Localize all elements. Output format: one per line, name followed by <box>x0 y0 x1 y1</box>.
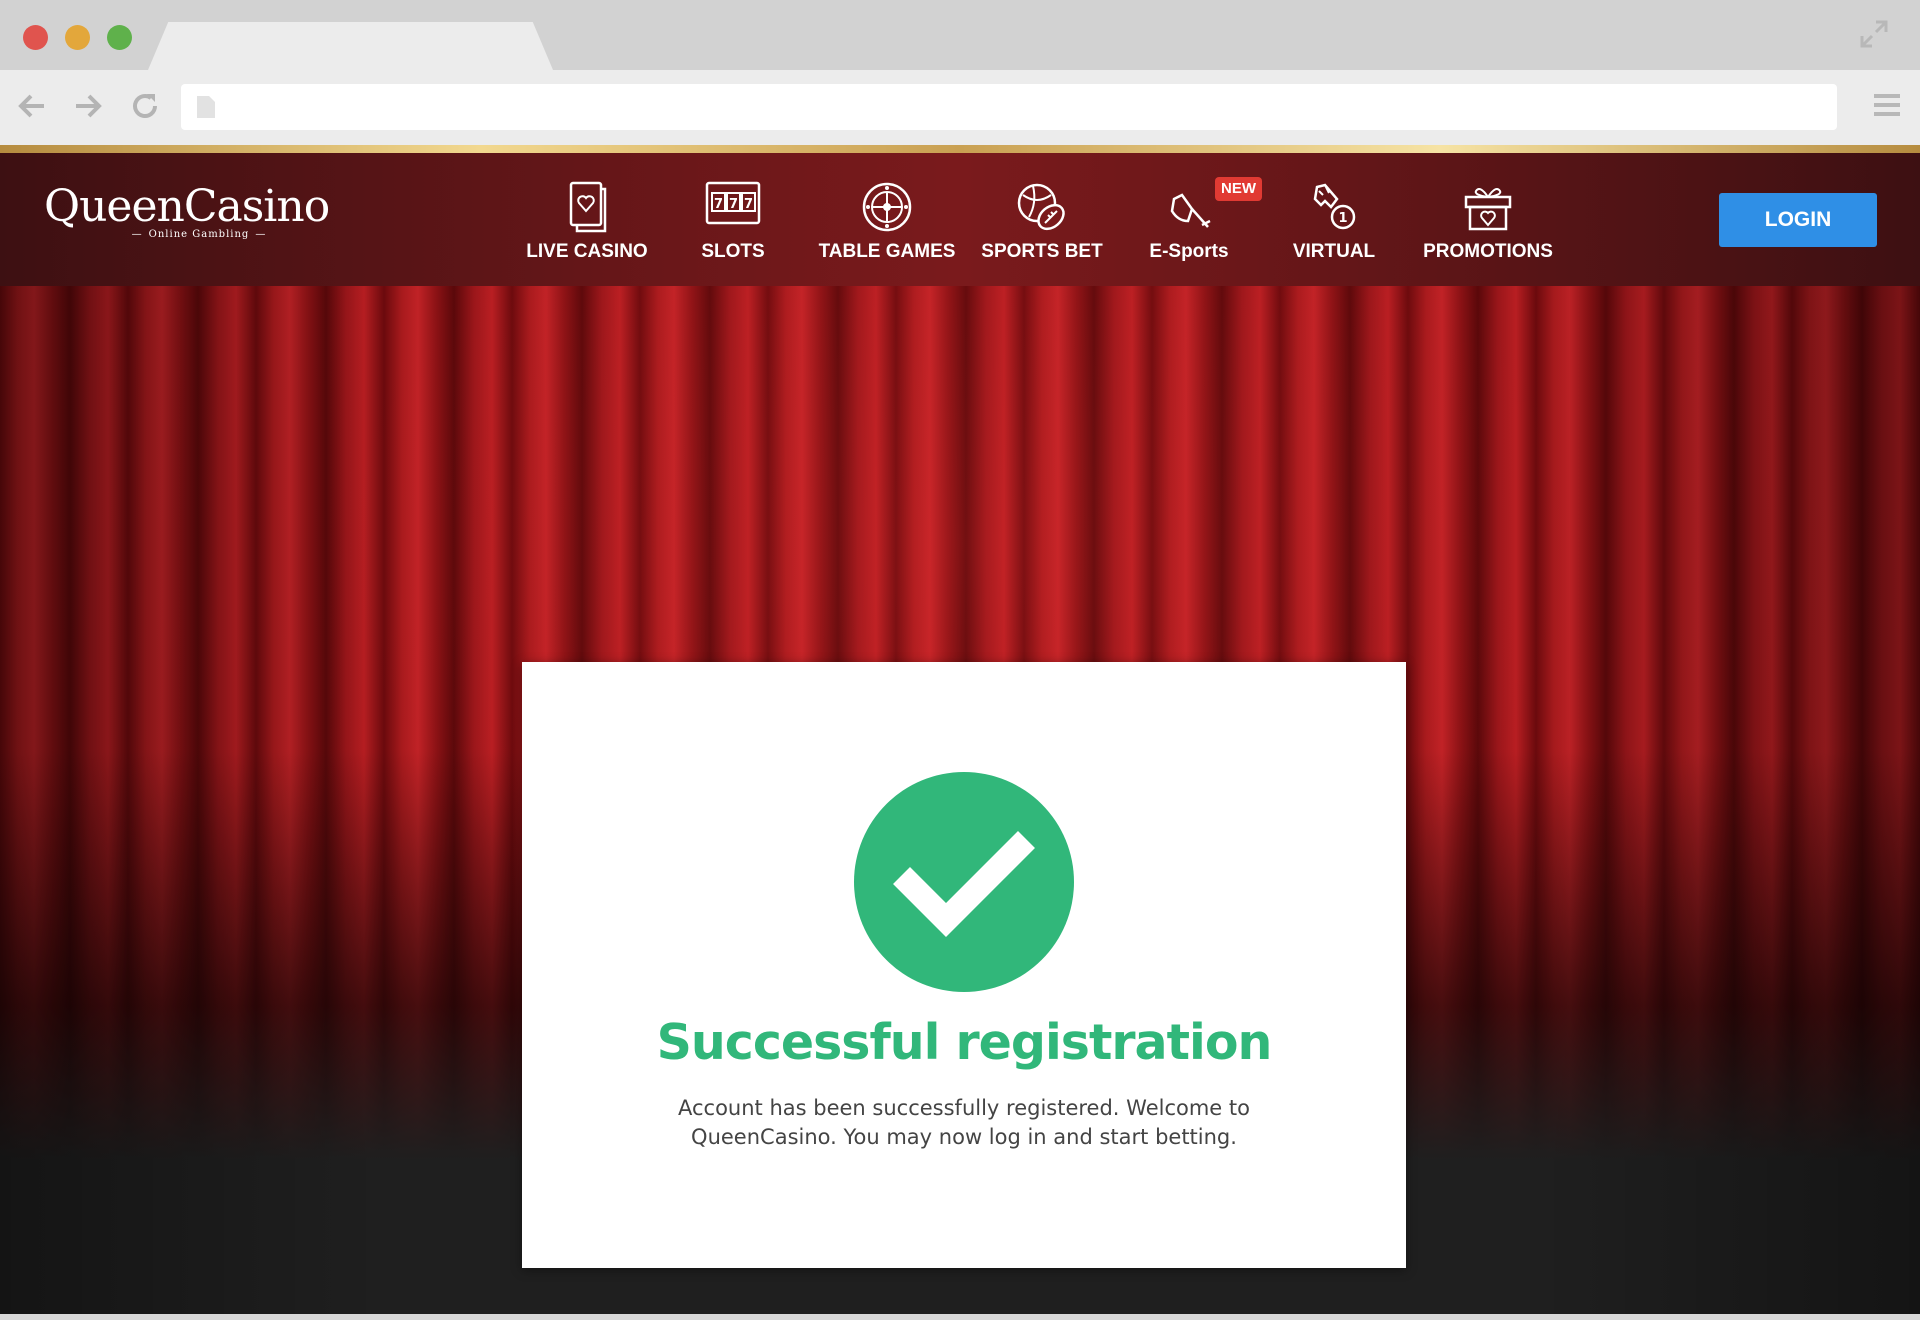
gold-border <box>0 145 1920 153</box>
gift-icon <box>1464 188 1512 231</box>
svg-text:7: 7 <box>714 197 723 212</box>
nav-slots[interactable]: 7 7 7 SLOTS <box>682 153 784 286</box>
esports-icon <box>1170 193 1211 228</box>
nav-live-casino[interactable]: LIVE CASINO <box>520 153 654 286</box>
window-bottom-edge <box>0 1314 1920 1320</box>
nav-table-games[interactable]: TABLE GAMES <box>813 153 961 286</box>
nav-label: SLOTS <box>701 241 765 262</box>
back-arrow-icon[interactable] <box>14 88 50 124</box>
svg-text:1: 1 <box>1338 211 1347 226</box>
nav-label: SPORTS BET <box>981 241 1103 262</box>
modal-message: Account has been successfully registered… <box>678 1096 1250 1149</box>
cards-icon <box>569 181 607 233</box>
roulette-icon <box>862 182 912 232</box>
close-window-button[interactable] <box>23 25 48 50</box>
browser-toolbar <box>0 70 1920 145</box>
nav-label: TABLE GAMES <box>818 241 956 262</box>
nav-virtual[interactable]: 1 VIRTUAL <box>1284 153 1384 286</box>
nav-label: PROMOTIONS <box>1423 241 1553 262</box>
nav-promotions[interactable]: PROMOTIONS <box>1410 153 1566 286</box>
menu-icon[interactable] <box>1872 90 1902 120</box>
address-bar[interactable] <box>181 84 1837 130</box>
nav-label: VIRTUAL <box>1292 241 1376 262</box>
sports-balls-icon <box>1017 183 1065 231</box>
curtain-background: Successful registration Account has been… <box>0 286 1920 1315</box>
nav-label: LIVE CASINO <box>526 241 648 262</box>
page-icon <box>197 96 215 118</box>
site-header: QueenCasino Online Gambling LIVE CASINO <box>0 153 1920 287</box>
fullscreen-icon[interactable] <box>1858 18 1890 50</box>
browser-tab-bar <box>0 0 1920 70</box>
minimize-window-button[interactable] <box>65 25 90 50</box>
main-nav: LIVE CASINO 7 7 7 SLOTS TABLE GAMES SPOR… <box>0 153 1920 286</box>
svg-text:7: 7 <box>744 197 753 212</box>
browser-window: QueenCasino Online Gambling LIVE CASINO <box>0 0 1920 1320</box>
reload-icon[interactable] <box>127 88 163 124</box>
svg-text:7: 7 <box>729 197 738 212</box>
new-badge: NEW <box>1215 177 1262 201</box>
modal-title: Successful registration <box>656 1014 1273 1071</box>
horse-icon: 1 <box>1313 183 1356 230</box>
nav-label: E-Sports <box>1149 241 1229 262</box>
browser-tab[interactable] <box>148 22 553 70</box>
login-button[interactable]: LOGIN <box>1719 193 1877 247</box>
slot-machine-icon: 7 7 7 <box>705 181 761 225</box>
forward-arrow-icon[interactable] <box>70 88 106 124</box>
nav-sports-bet[interactable]: SPORTS BET <box>977 153 1107 286</box>
nav-esports[interactable]: NEW E-Sports <box>1127 153 1262 286</box>
success-check-icon <box>854 772 1074 992</box>
maximize-window-button[interactable] <box>107 25 132 50</box>
casino-site: QueenCasino Online Gambling LIVE CASINO <box>0 145 1920 1315</box>
registration-success-modal: Successful registration Account has been… <box>522 662 1406 1268</box>
